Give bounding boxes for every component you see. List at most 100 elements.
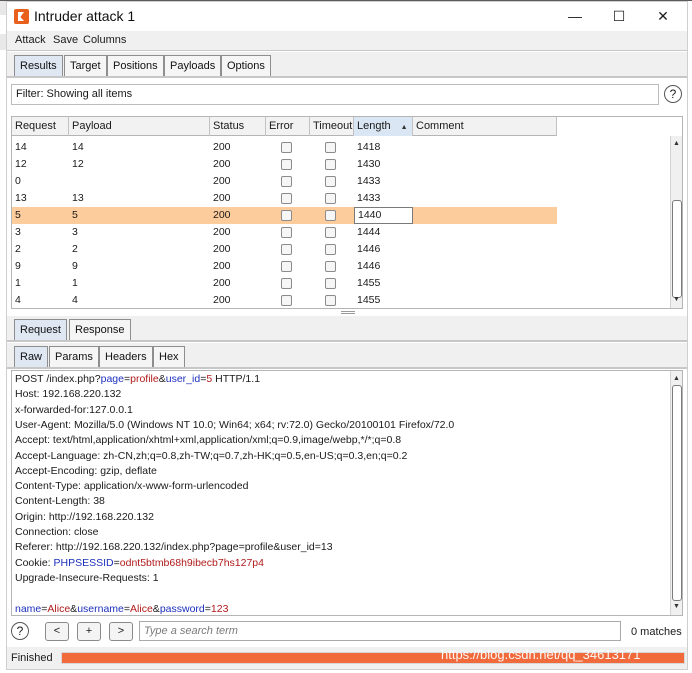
timeout-checkbox[interactable] [325, 142, 336, 153]
cell-request: 13 [15, 192, 27, 204]
pane-splitter-handle[interactable] [341, 311, 355, 314]
param-name: password [159, 602, 205, 615]
request-text-segment: Origin: http://192.168.220.132 [15, 510, 154, 523]
request-text-segment: Connection: close [15, 526, 99, 538]
tab-results[interactable]: Results [14, 55, 63, 76]
cell-payload: 4 [72, 294, 78, 306]
search-previous-button[interactable]: < [45, 622, 69, 641]
message-tab-bar: Request Response [7, 316, 687, 341]
search-next-button[interactable]: > [109, 622, 133, 641]
error-checkbox[interactable] [281, 261, 292, 272]
request-text-segment: Content-Length: 38 [15, 495, 105, 508]
menu-attack[interactable]: Attack [15, 34, 46, 46]
error-checkbox[interactable] [281, 227, 292, 238]
error-checkbox[interactable] [281, 142, 292, 153]
table-row[interactable]: 1 1 200 1455 [12, 275, 557, 292]
cell-payload: 2 [72, 243, 78, 255]
menu-columns[interactable]: Columns [83, 34, 126, 46]
cell-length: 1446 [357, 243, 381, 255]
timeout-checkbox[interactable] [325, 210, 336, 221]
table-row[interactable]: 2 2 200 1446 [12, 241, 557, 258]
error-checkbox[interactable] [281, 244, 292, 255]
scroll-down-icon[interactable]: ▼ [671, 601, 682, 613]
error-checkbox[interactable] [281, 210, 292, 221]
table-row[interactable]: 4 4 200 1455 [12, 292, 557, 308]
request-line: x-forwarded-for:127.0.0.1 [15, 403, 133, 418]
column-header-timeout[interactable]: Timeout [310, 117, 354, 136]
request-text-segment: Content-Type: application/x-www-form-url… [15, 480, 249, 493]
table-row[interactable]: 14 14 200 1418 [12, 139, 557, 156]
table-scrollbar[interactable]: ▲ ▼ [670, 136, 682, 308]
error-checkbox[interactable] [281, 295, 292, 306]
request-line: Connection: close [15, 525, 98, 540]
tab-request[interactable]: Request [14, 319, 67, 340]
timeout-checkbox[interactable] [325, 295, 336, 306]
scroll-up-icon[interactable]: ▲ [671, 373, 682, 385]
cell-status: 200 [213, 175, 231, 187]
param-name: user_id [165, 373, 201, 385]
editor-scroll-thumb[interactable] [672, 385, 682, 601]
tab-positions[interactable]: Positions [107, 55, 164, 76]
cell-comment [413, 241, 557, 258]
tab-headers[interactable]: Headers [99, 346, 153, 367]
scroll-up-icon[interactable]: ▲ [671, 138, 682, 150]
tab-payloads[interactable]: Payloads [164, 55, 222, 76]
search-input[interactable] [139, 621, 621, 641]
cell-length: 1440 [354, 207, 413, 224]
cell-comment [413, 258, 557, 275]
timeout-checkbox[interactable] [325, 261, 336, 272]
search-add-button[interactable]: + [77, 622, 101, 641]
param-name: username [77, 602, 124, 615]
cell-comment [413, 190, 557, 207]
column-header-length[interactable]: Length ▲ [354, 117, 413, 136]
cell-payload: 9 [72, 260, 78, 272]
table-row[interactable]: 12 12 200 1430 [12, 156, 557, 173]
request-text-segment: & [158, 373, 166, 385]
close-button[interactable]: ✕ [641, 2, 685, 30]
column-header-request[interactable]: Request [12, 117, 69, 136]
search-help-icon[interactable]: ? [11, 622, 29, 640]
column-header-error[interactable]: Error [266, 117, 310, 136]
window-title: Intruder attack 1 [34, 8, 136, 24]
timeout-checkbox[interactable] [325, 227, 336, 238]
table-row[interactable]: 3 3 200 1444 [12, 224, 557, 241]
timeout-checkbox[interactable] [325, 193, 336, 204]
column-header-comment[interactable]: Comment [413, 117, 557, 136]
tab-target[interactable]: Target [64, 55, 107, 76]
table-row[interactable]: 9 9 200 1446 [12, 258, 557, 275]
filter-bar[interactable]: Filter: Showing all items [11, 84, 659, 105]
cell-status: 200 [213, 209, 231, 221]
tab-divider [7, 367, 687, 369]
editor-scrollbar[interactable]: ▲ ▼ [670, 371, 682, 615]
error-checkbox[interactable] [281, 159, 292, 170]
tab-hex[interactable]: Hex [153, 346, 185, 367]
table-scroll-thumb[interactable] [672, 200, 682, 298]
timeout-checkbox[interactable] [325, 176, 336, 187]
table-row[interactable]: 13 13 200 1433 [12, 190, 557, 207]
column-header-payload[interactable]: Payload [69, 117, 210, 136]
scroll-down-icon[interactable]: ▼ [671, 294, 682, 306]
error-checkbox[interactable] [281, 278, 292, 289]
tab-params[interactable]: Params [49, 346, 99, 367]
cell-request: 5 [15, 209, 21, 221]
column-header-status[interactable]: Status [210, 117, 266, 136]
tab-raw[interactable]: Raw [14, 346, 49, 367]
filter-help-icon[interactable]: ? [664, 85, 682, 103]
request-text-segment: Accept-Encoding: gzip, deflate [15, 464, 157, 477]
table-row[interactable]: 0 200 1433 [12, 173, 557, 190]
request-editor[interactable]: POST /index.php?page=profile&user_id=5 H… [11, 370, 683, 616]
request-line: Accept: text/html,application/xhtml+xml,… [15, 433, 401, 448]
error-checkbox[interactable] [281, 176, 292, 187]
request-text-segment: x-forwarded-for:127.0.0.1 [15, 403, 133, 416]
table-row[interactable]: 5 5 200 1440 [12, 207, 557, 224]
error-checkbox[interactable] [281, 193, 292, 204]
timeout-checkbox[interactable] [325, 278, 336, 289]
tab-options[interactable]: Options [221, 55, 271, 76]
timeout-checkbox[interactable] [325, 244, 336, 255]
maximize-button[interactable]: ☐ [597, 2, 641, 30]
cell-length: 1430 [357, 158, 381, 170]
tab-response[interactable]: Response [69, 319, 131, 340]
minimize-button[interactable]: — [553, 2, 597, 30]
menu-save[interactable]: Save [53, 34, 78, 46]
timeout-checkbox[interactable] [325, 159, 336, 170]
